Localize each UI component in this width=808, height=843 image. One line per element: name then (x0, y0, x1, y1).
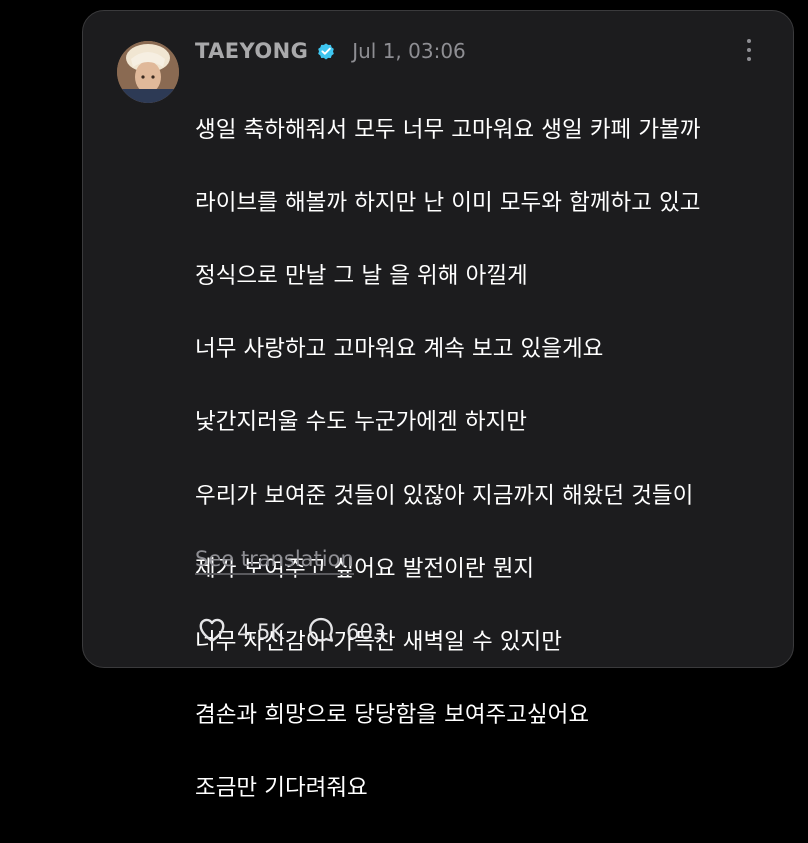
post-line: 라이브를 해볼까 하지만 난 이미 모두와 함께하고 있고 (195, 189, 701, 216)
like-count: 4.5K (237, 620, 285, 644)
like-button[interactable]: 4.5K (197, 615, 284, 649)
timestamp: Jul 1, 03:06 (352, 39, 466, 63)
post-line: 우리가 보여준 것들이 있잖아 지금까지 해왔던 것들이 (195, 482, 694, 509)
comment-button[interactable]: 603 (306, 615, 386, 649)
verified-badge-icon (316, 41, 336, 61)
post-actions: 4.5K 603 (197, 617, 408, 647)
comment-bubble-icon (306, 615, 336, 649)
post-line: 겸손과 희망으로 당당함을 보여주고싶어요 (195, 702, 590, 729)
post-line: 생일 축하해줘서 모두 너무 고마워요 생일 카페 가볼까 (195, 116, 701, 143)
post-body: 생일 축하해줘서 모두 너무 고마워요 생일 카페 가볼까 라이브를 해볼까 하… (195, 75, 700, 843)
post-line: 너무 사랑하고 고마워요 계속 보고 있을게요 (195, 336, 604, 363)
post-header: TAEYONG Jul 1, 03:06 (195, 37, 466, 65)
comment-count: 603 (346, 620, 387, 644)
post-line: 조금만 기다려줘요 (195, 775, 368, 802)
post-line: 낯간지러울 수도 누군가에겐 하지만 (195, 409, 527, 436)
more-vertical-icon[interactable] (737, 39, 761, 61)
see-translation-link[interactable]: See translation (195, 547, 354, 575)
post-line: 정식으로 만날 그 날 을 위해 아낄게 (195, 262, 528, 289)
post-card: TAEYONG Jul 1, 03:06 생일 축하해줘서 모두 너무 고마워요… (82, 10, 794, 801)
username[interactable]: TAEYONG (195, 39, 308, 63)
heart-icon (197, 615, 227, 649)
avatar[interactable] (117, 41, 179, 103)
